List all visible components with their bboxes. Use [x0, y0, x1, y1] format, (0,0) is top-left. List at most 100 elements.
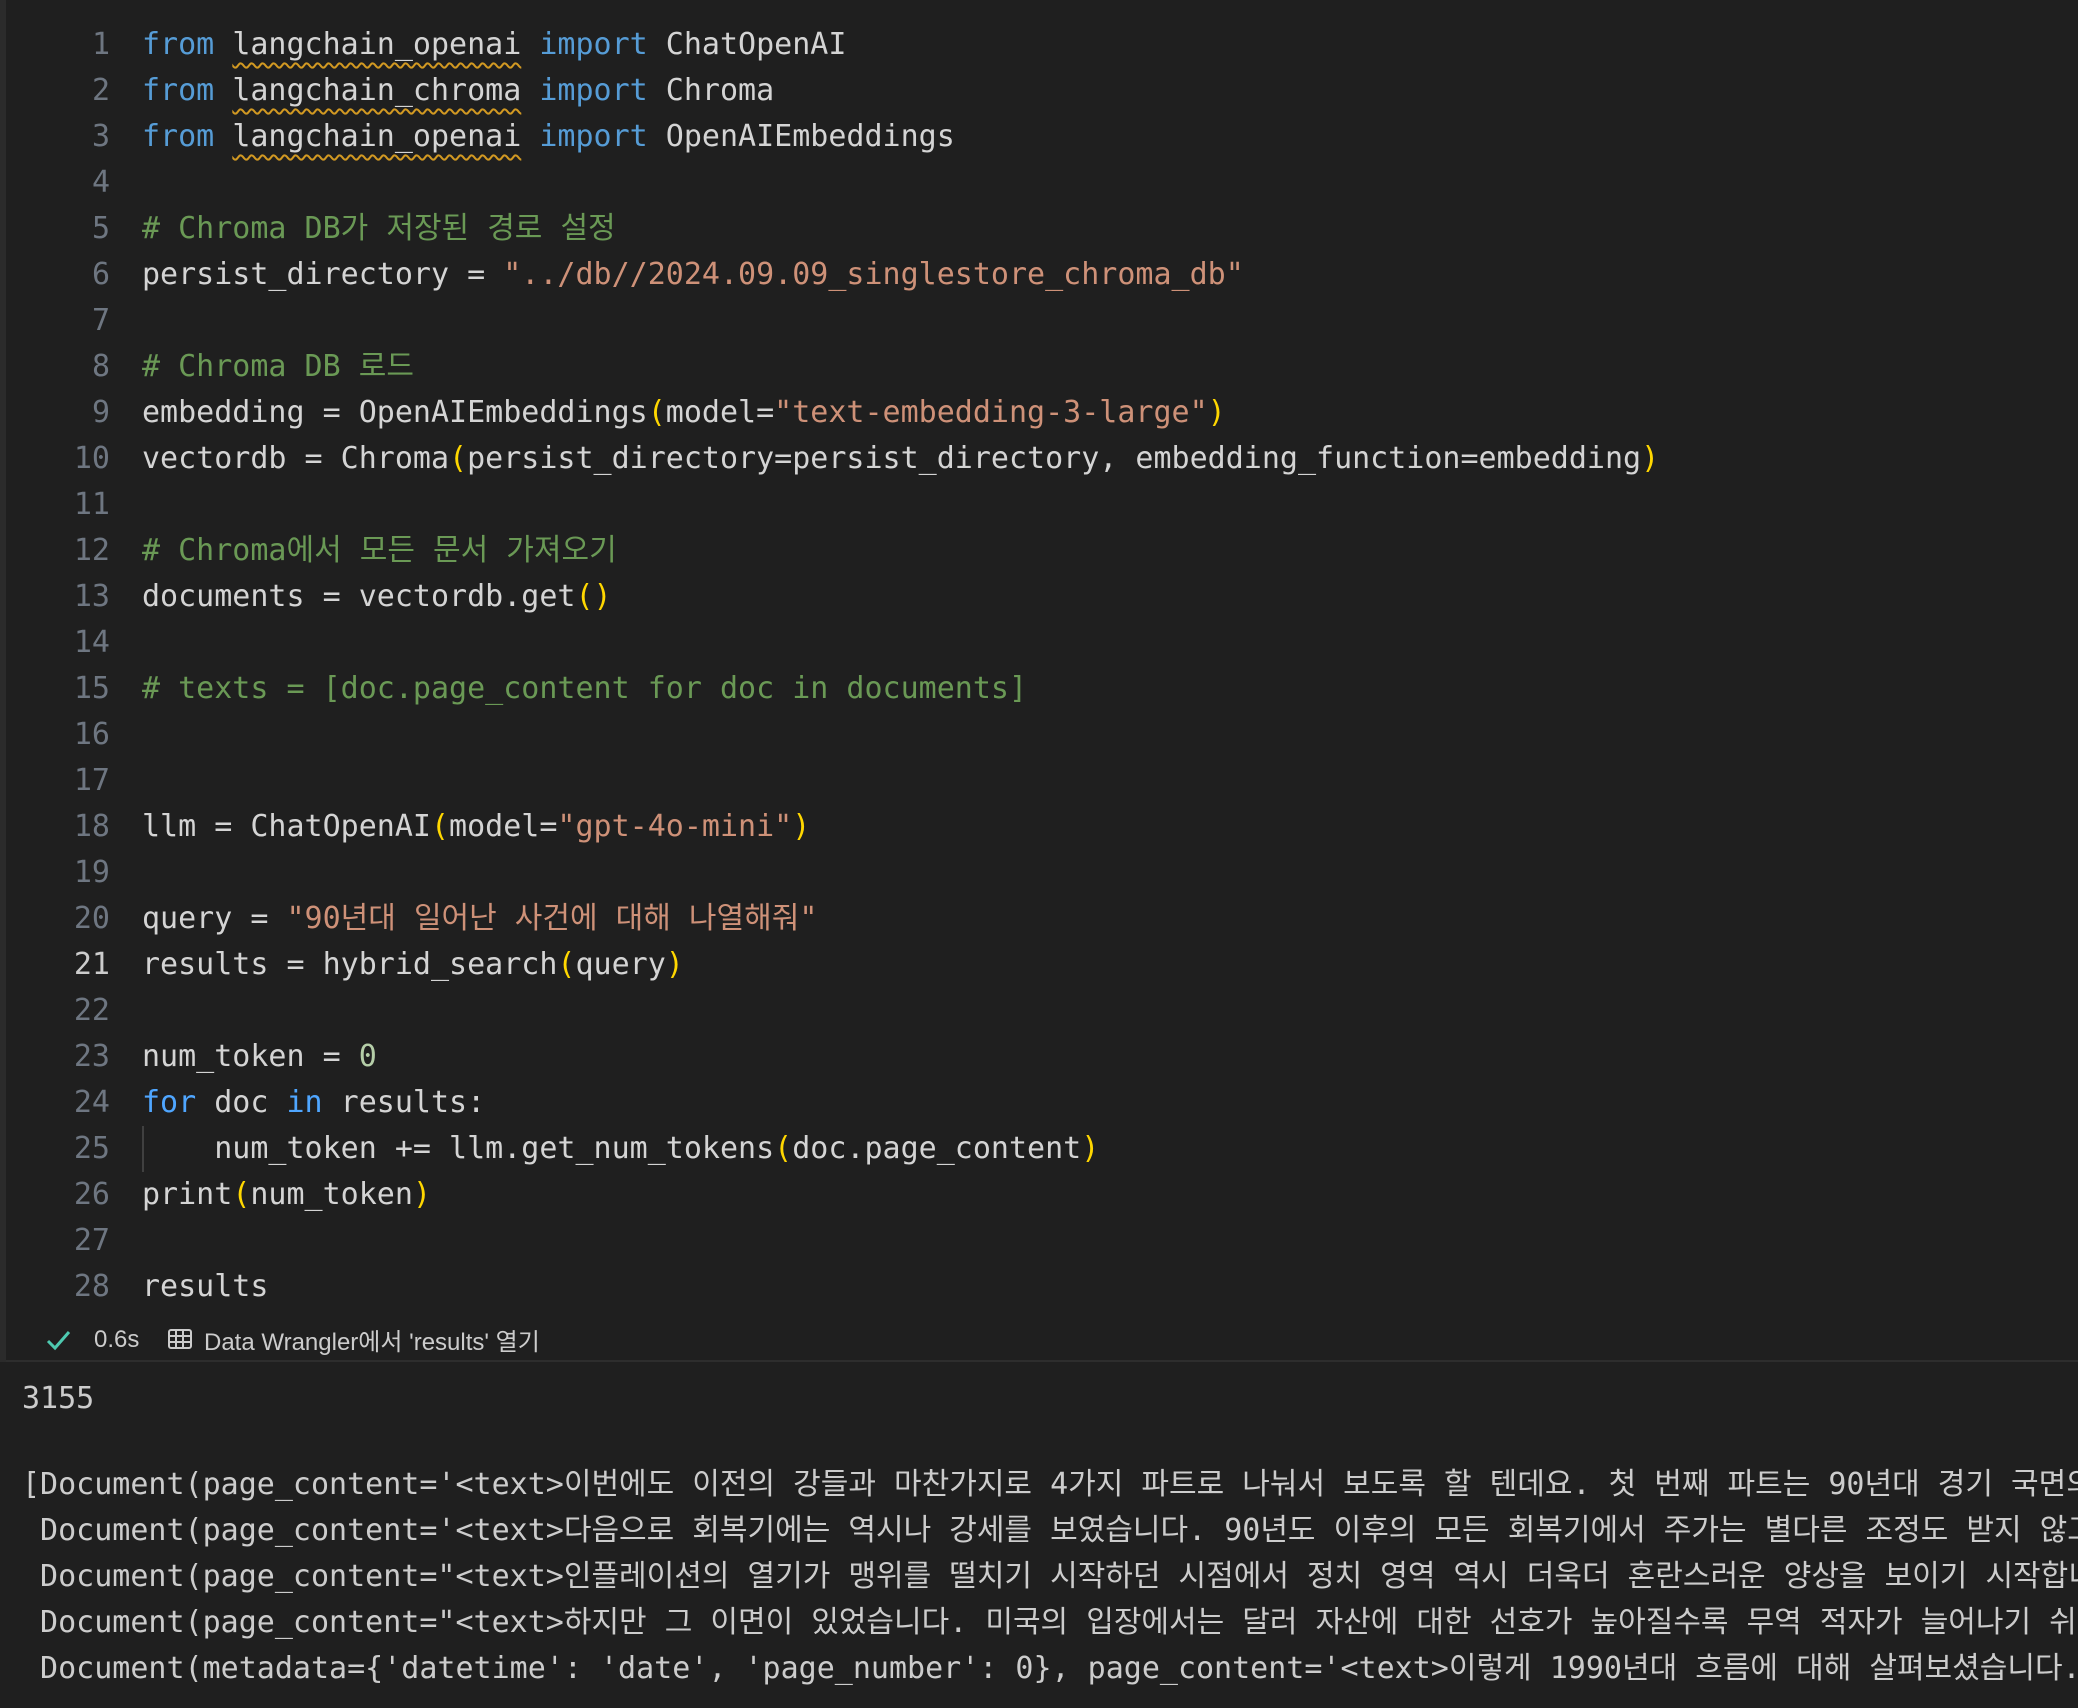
code-token: # Chroma DB 로드: [142, 349, 414, 384]
code-token: ): [792, 809, 811, 844]
line-number: 25: [73, 1131, 110, 1166]
line-number: 6: [91, 257, 110, 292]
line-number: 23: [73, 1039, 110, 1074]
line-number: 28: [73, 1269, 110, 1304]
code-line[interactable]: 25 num_token += llm.get_num_tokens(doc.p…: [6, 1126, 2078, 1172]
code-token: in: [286, 1085, 323, 1120]
code-token: vectordb = Chroma: [142, 441, 450, 476]
line-number: 12: [73, 533, 110, 568]
code-token: ): [1081, 1131, 1100, 1166]
code-token: langchain_openai: [232, 27, 522, 62]
code-text: from langchain_openai import ChatOpenAI: [142, 22, 846, 68]
code-text: from langchain_openai import OpenAIEmbed…: [142, 114, 955, 160]
code-line[interactable]: 18 llm = ChatOpenAI(model="gpt-4o-mini"): [6, 804, 2078, 850]
code-text: # Chroma DB가 저장된 경로 설정: [142, 206, 616, 252]
code-token: from: [142, 73, 215, 108]
code-text: results = hybrid_search(query): [142, 942, 684, 988]
open-in-data-wrangler-link[interactable]: Data Wrangler에서 'results' 열기: [166, 1322, 540, 1357]
code-token: ): [1207, 395, 1226, 430]
line-number: 2: [91, 73, 110, 108]
code-token: "../db//2024.09.09_singlestore_chroma_db…: [503, 257, 1244, 292]
notebook-code-cell[interactable]: 1 from langchain_openai import ChatOpenAI…: [0, 0, 2078, 1362]
code-line[interactable]: 28 results: [6, 1264, 2078, 1310]
line-number: 21: [73, 947, 110, 982]
line-number: 26: [73, 1177, 110, 1212]
code-line[interactable]: 7: [6, 298, 2078, 344]
code-line[interactable]: 15 # texts = [doc.page_content for doc in…: [6, 666, 2078, 712]
line-number: 8: [91, 349, 110, 384]
code-text: persist_directory = "../db//2024.09.09_s…: [142, 252, 1244, 298]
line-number: 11: [73, 487, 110, 522]
code-token: (: [557, 947, 576, 982]
code-line[interactable]: 17: [6, 758, 2078, 804]
code-text: # Chroma에서 모든 문서 가져오기: [142, 528, 617, 574]
code-token: persist_directory=persist_directory, emb…: [467, 441, 1642, 476]
code-line[interactable]: 27: [6, 1218, 2078, 1264]
code-line[interactable]: 6 persist_directory = "../db//2024.09.09_…: [6, 252, 2078, 298]
code-line[interactable]: 12 # Chroma에서 모든 문서 가져오기: [6, 528, 2078, 574]
code-line[interactable]: 24 for doc in results:: [6, 1080, 2078, 1126]
line-number: 24: [73, 1085, 110, 1120]
data-wrangler-label: Data Wrangler에서 'results' 열기: [204, 1329, 540, 1356]
code-token: llm = ChatOpenAI: [142, 809, 431, 844]
output-line-3: Document(page_content="<text>인플레이션의 열기가 …: [22, 1559, 2078, 1594]
code-token: 0: [358, 1039, 377, 1074]
code-text: num_token = 0: [142, 1034, 377, 1080]
code-line[interactable]: 13 documents = vectordb.get(): [6, 574, 2078, 620]
line-number: 16: [73, 717, 110, 752]
code-token: documents = vectordb.get: [142, 579, 576, 614]
code-editor[interactable]: 1 from langchain_openai import ChatOpenAI…: [6, 22, 2078, 1310]
code-text: print(num_token): [142, 1172, 431, 1218]
code-token: results:: [322, 1085, 486, 1120]
code-text: embedding = OpenAIEmbeddings(model="text…: [142, 390, 1226, 436]
code-line[interactable]: 22: [6, 988, 2078, 1034]
execution-time: 0.6s: [94, 1326, 140, 1353]
line-number: 15: [73, 671, 110, 706]
line-number: 4: [91, 165, 110, 200]
output-line-2: Document(page_content='<text>다음으로 회복기에는 …: [22, 1513, 2078, 1548]
code-token: OpenAIEmbeddings: [647, 119, 955, 154]
output-line-1: [Document(page_content='<text>이번에도 이전의 강…: [22, 1467, 2078, 1502]
code-line[interactable]: 10 vectordb = Chroma(persist_directory=pe…: [6, 436, 2078, 482]
code-line[interactable]: 20 query = "90년대 일어난 사건에 대해 나열해줘": [6, 896, 2078, 942]
code-token: query: [575, 947, 666, 982]
code-text: vectordb = Chroma(persist_directory=pers…: [142, 436, 1659, 482]
code-line[interactable]: 26 print(num_token): [6, 1172, 2078, 1218]
line-number: 10: [73, 441, 110, 476]
code-line[interactable]: 3 from langchain_openai import OpenAIEmbe…: [6, 114, 2078, 160]
code-token: import: [539, 119, 648, 154]
success-check-icon: [46, 1331, 71, 1351]
code-token: Chroma: [647, 73, 775, 108]
code-token: doc.page_content: [792, 1131, 1082, 1166]
code-token: ): [665, 947, 684, 982]
code-token: (): [575, 579, 612, 614]
code-line[interactable]: 9 embedding = OpenAIEmbeddings(model="tex…: [6, 390, 2078, 436]
code-token: num_token += llm.get_num_tokens: [142, 1131, 775, 1166]
code-line[interactable]: 21 results = hybrid_search(query): [6, 942, 2078, 988]
code-line[interactable]: 23 num_token = 0: [6, 1034, 2078, 1080]
code-line[interactable]: 14: [6, 620, 2078, 666]
code-line[interactable]: 1 from langchain_openai import ChatOpenAI: [6, 22, 2078, 68]
code-line[interactable]: 8 # Chroma DB 로드: [6, 344, 2078, 390]
code-token: langchain_openai: [232, 119, 522, 154]
line-number: 27: [73, 1223, 110, 1258]
code-line[interactable]: 16: [6, 712, 2078, 758]
line-number: 1: [91, 27, 110, 62]
code-line[interactable]: 4: [6, 160, 2078, 206]
code-line[interactable]: 5 # Chroma DB가 저장된 경로 설정: [6, 206, 2078, 252]
line-number: 19: [73, 855, 110, 890]
code-token: (: [449, 441, 468, 476]
line-number: 7: [91, 303, 110, 338]
code-token: num_token: [250, 1177, 413, 1212]
table-icon: [168, 1328, 192, 1349]
code-token: for: [142, 1085, 197, 1120]
line-number: 5: [91, 211, 110, 246]
code-line[interactable]: 19: [6, 850, 2078, 896]
code-line[interactable]: 2 from langchain_chroma import Chroma: [6, 68, 2078, 114]
code-line[interactable]: 11: [6, 482, 2078, 528]
code-text: # Chroma DB 로드: [142, 344, 414, 390]
